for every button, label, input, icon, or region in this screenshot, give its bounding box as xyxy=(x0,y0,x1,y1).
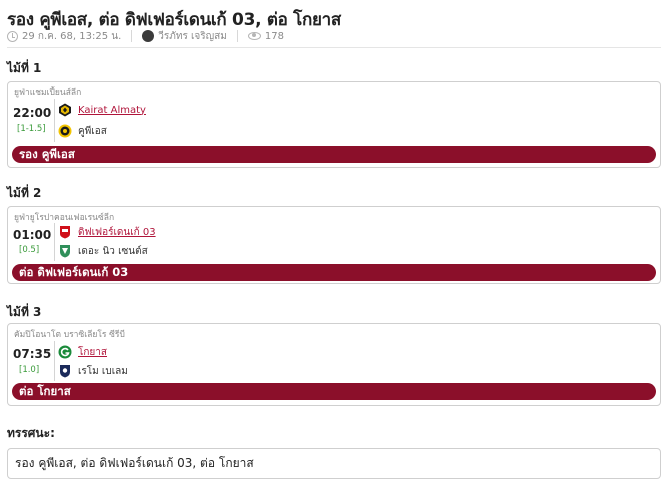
home-team[interactable]: ดิฟเฟอร์เดนเก้ 03 xyxy=(58,224,156,240)
goias-logo-icon xyxy=(58,345,72,359)
league-name: ยูฟ่ายูโรปาคอนเฟอเรนซ์ลีก xyxy=(14,213,115,223)
pair-label-3: ไม้ที่ 3 xyxy=(7,305,42,319)
match-card-3: คัมปิโอนาโต บราซิเลียโร ซีรีบี 07:35 [1.… xyxy=(7,323,661,406)
meta-divider xyxy=(236,30,238,42)
away-team-name[interactable]: เดอะ นิว เซนต์ส xyxy=(78,244,148,259)
home-team[interactable]: Kairat Almaty xyxy=(58,102,146,118)
summary-label: ทรรศนะ: xyxy=(7,426,55,440)
the-new-saints-logo-icon xyxy=(60,245,70,258)
away-team-name[interactable]: คูพีเอส xyxy=(78,124,107,139)
away-team[interactable]: เดอะ นิว เซนต์ส xyxy=(58,243,148,259)
handicap: [1-1.5] xyxy=(17,124,46,134)
meta-divider xyxy=(131,30,133,42)
match-card-2: ยูฟ่ายูโรปาคอนเฟอเรนซ์ลีก 01:00 [0.5] ดิ… xyxy=(7,206,661,284)
away-team[interactable]: เรโม เบเลม xyxy=(58,363,128,379)
card-divider xyxy=(54,223,55,261)
author-name[interactable]: วีรภัทร เจริญสม xyxy=(158,29,227,44)
home-team-name[interactable]: ดิฟเฟอร์เดนเก้ 03 xyxy=(78,225,156,240)
home-team[interactable]: โกยาส xyxy=(58,344,107,360)
kickoff-time: 07:35 xyxy=(13,347,52,361)
card-divider xyxy=(54,341,55,381)
away-team-name[interactable]: เรโม เบเลม xyxy=(78,364,128,379)
author-avatar[interactable] xyxy=(142,30,155,42)
pair-label-1: ไม้ที่ 1 xyxy=(7,61,42,75)
summary-box: รอง คูพีเอส, ต่อ ดิฟเฟอร์เดนเก้ 03, ต่อ … xyxy=(7,448,661,479)
league-name: ยูฟ่าแชมเปี้ยนส์ลีก xyxy=(14,88,82,98)
remo-logo-icon xyxy=(60,365,70,378)
match-card-1: ยูฟ่าแชมเปี้ยนส์ลีก 22:00 [1-1.5] Kairat… xyxy=(7,81,661,168)
article-meta: 29 ก.ค. 68, 13:25 น. วีรภัทร เจริญสม 178 xyxy=(7,28,284,44)
kairat-almaty-logo-icon xyxy=(59,103,71,117)
pair-label-2: ไม้ที่ 2 xyxy=(7,186,42,200)
league-name: คัมปิโอนาโต บราซิเลียโร ซีรีบี xyxy=(14,330,125,340)
eye-icon xyxy=(247,32,261,40)
publish-date: 29 ก.ค. 68, 13:25 น. xyxy=(22,30,122,42)
kickoff-time: 22:00 xyxy=(13,106,52,120)
clock-icon xyxy=(7,30,18,42)
header-divider xyxy=(7,47,661,48)
differdange-logo-icon xyxy=(60,226,70,239)
view-count: 178 xyxy=(264,30,284,42)
tip-bar: ต่อ ดิฟเฟอร์เดนเก้ 03 xyxy=(12,264,656,281)
kups-logo-icon xyxy=(58,124,72,138)
home-team-name[interactable]: โกยาส xyxy=(78,345,107,360)
handicap: [1.0] xyxy=(19,365,40,375)
tip-bar: รอง คูพีเอส xyxy=(12,146,656,163)
tip-bar: ต่อ โกยาส xyxy=(12,383,656,400)
handicap: [0.5] xyxy=(19,245,40,255)
away-team[interactable]: คูพีเอส xyxy=(58,123,107,139)
home-team-name[interactable]: Kairat Almaty xyxy=(78,105,146,116)
kickoff-time: 01:00 xyxy=(13,228,52,242)
card-divider xyxy=(54,99,55,142)
